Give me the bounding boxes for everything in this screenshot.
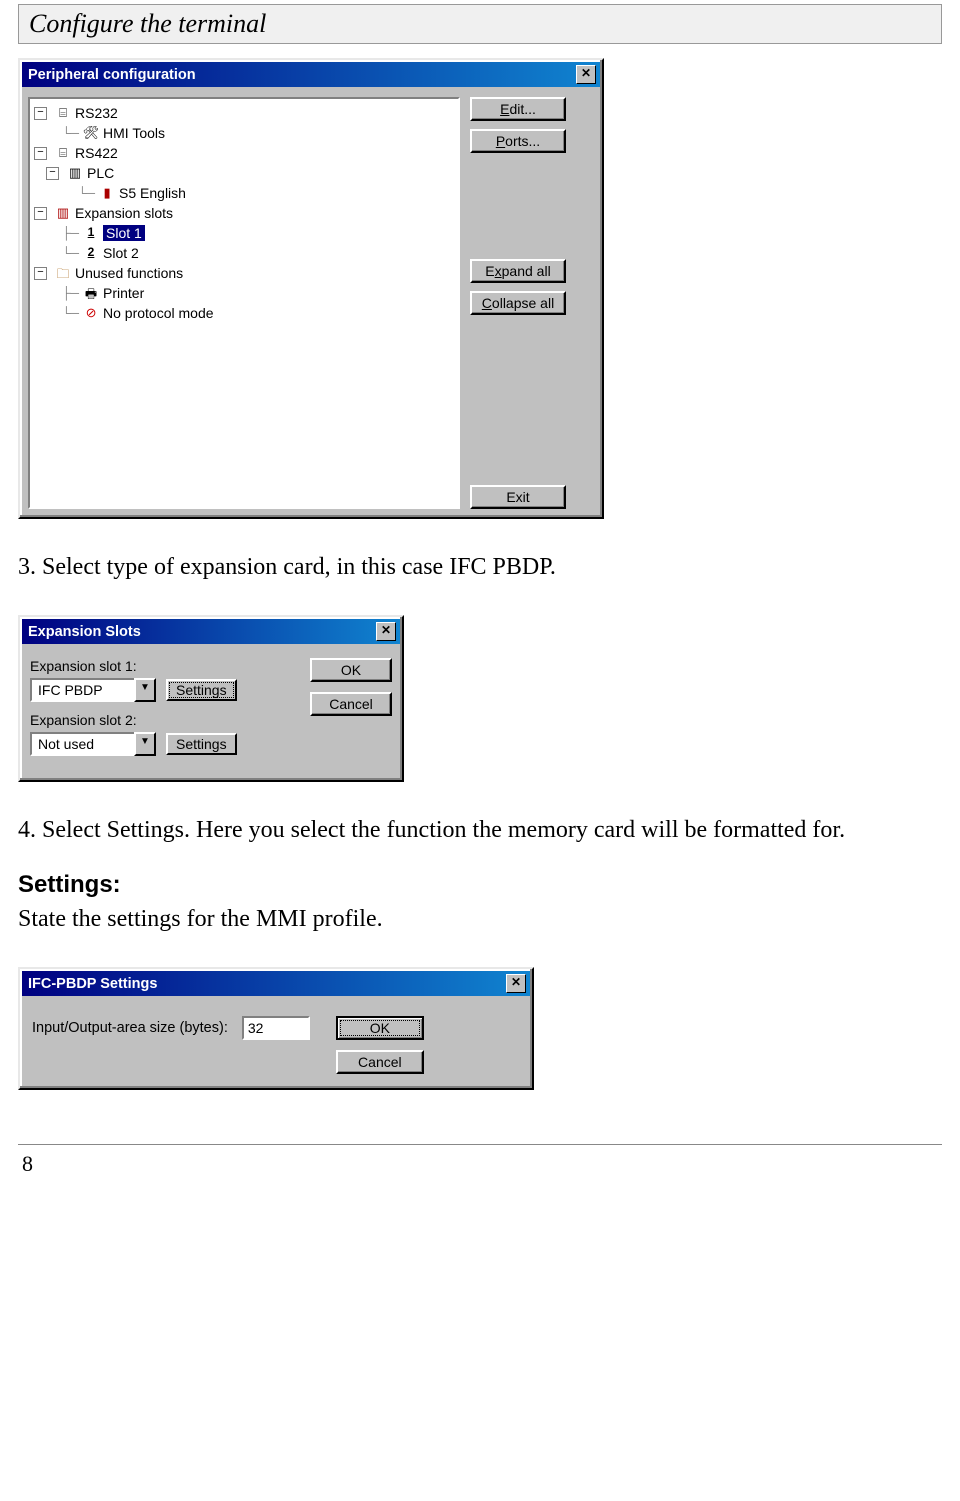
module-icon: ▮ (98, 185, 116, 201)
plc-icon: ▥ (66, 165, 84, 181)
folder-icon: 🗀 (54, 265, 72, 281)
tree-item-plc[interactable]: − ▥ PLC (34, 163, 454, 183)
chevron-down-icon[interactable]: ▼ (134, 732, 156, 756)
tree-label: HMI Tools (103, 125, 165, 141)
titlebar: Expansion Slots ✕ (22, 619, 400, 644)
dialog-title: Expansion Slots (28, 624, 141, 640)
tree-item-s5[interactable]: └─ ▮ S5 English (34, 183, 454, 203)
tree-label: Printer (103, 285, 144, 301)
ok-button[interactable]: OK (336, 1016, 424, 1040)
tree-label: S5 English (119, 185, 186, 201)
tree-label: Expansion slots (75, 205, 173, 221)
slot2-label: Expansion slot 2: (30, 712, 294, 728)
tree-label: Unused functions (75, 265, 183, 281)
edit-button[interactable]: Edit... (470, 97, 566, 121)
tree-label: RS422 (75, 145, 118, 161)
collapse-icon[interactable]: − (34, 147, 47, 160)
slot1-settings-button[interactable]: Settings (166, 679, 237, 701)
titlebar: IFC-PBDP Settings ✕ (22, 971, 530, 996)
expand-all-button[interactable]: Expand all (470, 259, 566, 283)
close-icon[interactable]: ✕ (506, 974, 526, 993)
dialog-title: IFC-PBDP Settings (28, 976, 157, 992)
slot1-label: Expansion slot 1: (30, 658, 294, 674)
expansion-slots-dialog: Expansion Slots ✕ Expansion slot 1: IFC … (18, 615, 404, 782)
settings-heading: Settings: (18, 871, 942, 899)
tree-item-rs422[interactable]: − ⌸ RS422 (34, 143, 454, 163)
slot1-value: IFC PBDP (30, 678, 134, 702)
io-size-input[interactable]: 32 (242, 1016, 310, 1040)
collapse-all-button[interactable]: Collapse all (470, 291, 566, 315)
slot-number-icon: 1 (82, 225, 100, 241)
tree-label: RS232 (75, 105, 118, 121)
tool-icon: 🛠 (82, 125, 100, 141)
cancel-button[interactable]: Cancel (310, 692, 392, 716)
ports-button[interactable]: Ports... (470, 129, 566, 153)
dialog-title: Peripheral configuration (28, 67, 196, 83)
titlebar: Peripheral configuration ✕ (22, 62, 600, 87)
tree-label-selected: Slot 1 (103, 225, 145, 241)
tree-item-printer[interactable]: ├─ 🖶 Printer (34, 283, 454, 303)
tree-item-slot1[interactable]: ├─ 1 Slot 1 (34, 223, 454, 243)
tree-item-unused[interactable]: − 🗀 Unused functions (34, 263, 454, 283)
slot2-settings-button[interactable]: Settings (166, 733, 237, 755)
slot2-combo[interactable]: Not used ▼ (30, 732, 156, 756)
tree-label: PLC (87, 165, 114, 181)
tree-label: Slot 2 (103, 245, 139, 261)
step-4-text: 4. Select Settings. Here you select the … (18, 814, 942, 846)
page-header: Configure the terminal (18, 4, 942, 44)
tree-label: No protocol mode (103, 305, 214, 321)
collapse-icon[interactable]: − (34, 207, 47, 220)
collapse-icon[interactable]: − (46, 167, 59, 180)
port-icon: ⌸ (54, 145, 72, 161)
slots-icon: ▥ (54, 205, 72, 221)
ifc-pbdp-settings-dialog: IFC-PBDP Settings ✕ Input/Output-area si… (18, 967, 534, 1090)
exit-button[interactable]: Exit (470, 485, 566, 509)
disabled-icon: ⊘ (82, 305, 100, 321)
peripheral-tree[interactable]: − ⌸ RS232 └─ 🛠 HMI Tools − ⌸ RS422 − ▥ (28, 97, 460, 509)
peripheral-config-dialog: Peripheral configuration ✕ − ⌸ RS232 └─ … (18, 58, 604, 519)
footer-divider (18, 1144, 942, 1145)
tree-item-slot2[interactable]: └─ 2 Slot 2 (34, 243, 454, 263)
step-3-text: 3. Select type of expansion card, in thi… (18, 551, 942, 583)
tree-item-expansion[interactable]: − ▥ Expansion slots (34, 203, 454, 223)
io-size-label: Input/Output-area size (bytes): (32, 1016, 228, 1036)
close-icon[interactable]: ✕ (576, 65, 596, 84)
settings-description: State the settings for the MMI profile. (18, 903, 942, 935)
close-icon[interactable]: ✕ (376, 622, 396, 641)
page-number: 8 (18, 1151, 942, 1177)
slot1-combo[interactable]: IFC PBDP ▼ (30, 678, 156, 702)
cancel-button[interactable]: Cancel (336, 1050, 424, 1074)
ok-button[interactable]: OK (310, 658, 392, 682)
tree-item-hmi[interactable]: └─ 🛠 HMI Tools (34, 123, 454, 143)
collapse-icon[interactable]: − (34, 107, 47, 120)
tree-item-rs232[interactable]: − ⌸ RS232 (34, 103, 454, 123)
tree-item-noprotocol[interactable]: └─ ⊘ No protocol mode (34, 303, 454, 323)
printer-icon: 🖶 (82, 285, 100, 301)
collapse-icon[interactable]: − (34, 267, 47, 280)
slot-number-icon: 2 (82, 245, 100, 261)
chevron-down-icon[interactable]: ▼ (134, 678, 156, 702)
port-icon: ⌸ (54, 105, 72, 121)
slot2-value: Not used (30, 732, 134, 756)
